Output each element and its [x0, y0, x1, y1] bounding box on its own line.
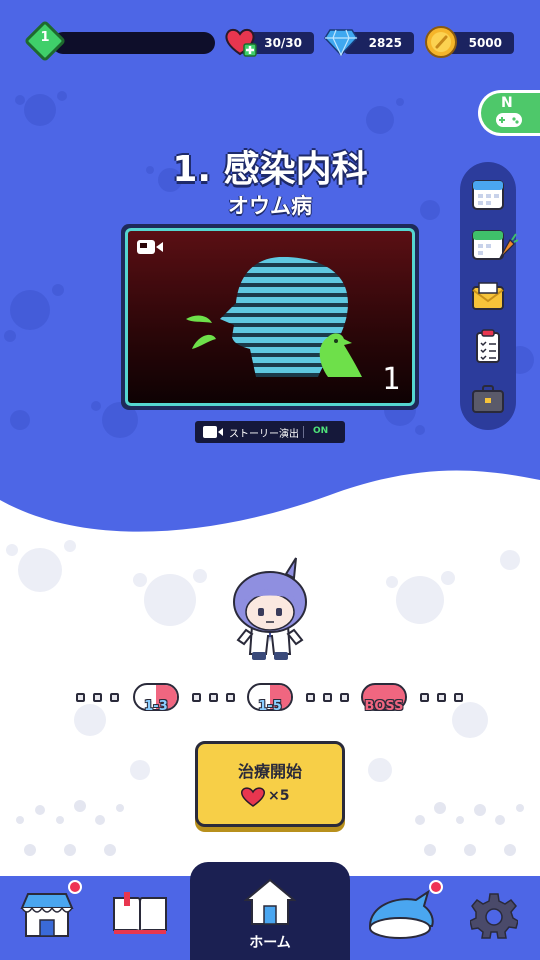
hearts-value: 30/30 [264, 36, 302, 50]
diamond-gem-icon [324, 29, 358, 56]
chapter-title: 1. 感染内科 [172, 149, 368, 190]
book-icon[interactable] [112, 892, 168, 936]
story-toggle-label: ストーリー演出 [229, 429, 299, 440]
mail-icon[interactable] [470, 278, 506, 314]
progress-dot [340, 693, 349, 702]
story-video-card[interactable]: 1 [121, 224, 419, 410]
video-camera-icon [137, 240, 163, 254]
start-treatment-button[interactable]: 治療開始 ×5 [195, 741, 345, 827]
coins-value: 5000 [468, 36, 502, 50]
video-camera-icon [203, 426, 223, 438]
video-episode-number: 1 [381, 362, 400, 397]
shop-icon[interactable] [20, 890, 74, 940]
clipboard-icon[interactable] [470, 328, 506, 364]
progress-dot [76, 693, 85, 702]
story-direction-toggle[interactable]: ストーリー演出 ON [195, 421, 345, 443]
coin-icon [425, 26, 457, 58]
calendar-carrot-icon[interactable] [470, 226, 518, 262]
story-video-frame: 1 [125, 228, 415, 406]
n-game-button[interactable]: N [478, 90, 540, 136]
home-tab-label: ホーム [249, 935, 291, 951]
level-number: 1 [40, 30, 50, 45]
progress-dot [192, 693, 201, 702]
stage-label-1-5: 1-5 [258, 699, 282, 714]
start-treatment-label: 治療開始 [237, 762, 302, 781]
progress-dot [93, 693, 102, 702]
home-tab[interactable]: ホーム [190, 862, 350, 960]
n-button-label: N [501, 95, 513, 111]
character-blob-icon[interactable] [366, 890, 436, 940]
progress-dot [110, 693, 119, 702]
shop-notification-badge [68, 880, 82, 894]
settings-gear-icon[interactable] [470, 892, 518, 940]
stage-label-1-3: 1-3 [144, 699, 168, 714]
chapter-subtitle: オウム病 [228, 194, 312, 218]
story-toggle-value: ON [313, 426, 329, 436]
progress-dot [226, 693, 235, 702]
heart-icon [241, 787, 265, 807]
sneezing-head-illustration [186, 256, 362, 378]
progress-dot [306, 693, 315, 702]
stage-progress: 1-3 1-5 BOSS [0, 683, 540, 719]
character-notification-badge [429, 880, 443, 894]
gamepad-icon [496, 113, 522, 127]
heart-cost: ×5 [268, 788, 290, 804]
progress-dot [323, 693, 332, 702]
toggle-separator [303, 426, 304, 438]
progress-dot [437, 693, 446, 702]
gems-value: 2825 [368, 36, 402, 50]
heart-plus-icon [225, 28, 257, 57]
progress-dot [420, 693, 429, 702]
xp-bar [52, 32, 215, 54]
briefcase-icon[interactable] [470, 380, 506, 416]
doctor-character[interactable] [222, 556, 318, 664]
status-bar: 1 30/30 2825 5000 [0, 19, 540, 63]
home-icon [244, 878, 296, 925]
progress-dot [454, 693, 463, 702]
progress-dot [209, 693, 218, 702]
stage-label-boss: BOSS [364, 699, 404, 714]
